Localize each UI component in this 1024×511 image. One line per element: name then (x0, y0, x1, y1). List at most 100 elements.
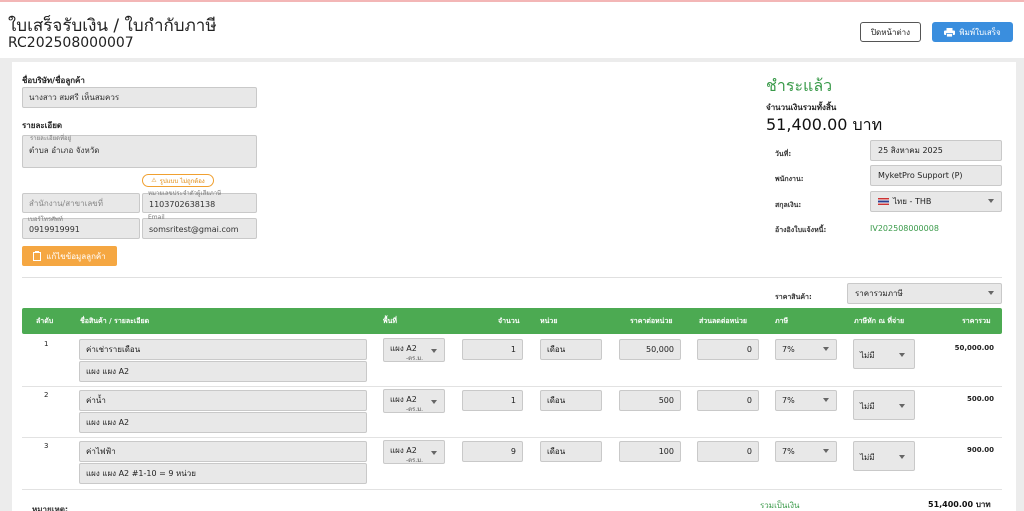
wht-value: ไม่มี (860, 351, 875, 360)
item-name-field[interactable]: ค่าน้ำ (79, 390, 367, 411)
wht-select[interactable]: ไม่มี (853, 339, 915, 369)
format-warning-badge: ⚠ รูปแบบ ไม่ถูกต้อง (142, 174, 214, 187)
tax-select[interactable]: 7% (775, 339, 837, 360)
tax-select[interactable]: 7% (775, 390, 837, 411)
subtotal-label: รวมเป็นเงิน (760, 501, 800, 510)
wht-value: ไม่มี (860, 402, 875, 411)
header-total: ราคารวม (962, 317, 991, 325)
area-select[interactable]: แผง A2 -ตร.ม. (383, 389, 445, 413)
payment-status: ชำระแล้ว (766, 76, 833, 95)
wht-select[interactable]: ไม่มี (853, 390, 915, 420)
page-header: ใบเสร็จรับเงิน / ใบกำกับภาษี RC202508000… (0, 2, 1024, 58)
item-detail-field[interactable]: แผง แผง A2 (79, 361, 367, 382)
branch-field[interactable]: สำนักงาน/สาขาเลขที่ (22, 193, 140, 213)
row-divider (22, 437, 1002, 438)
currency-select[interactable]: ไทย - THB (870, 191, 1002, 212)
edit-icon (33, 251, 42, 261)
chevron-down-icon (988, 291, 994, 295)
area-sub: -ตร.ม. (406, 457, 424, 464)
close-window-button[interactable]: ปิดหน้าต่าง (860, 22, 921, 42)
price-mode-select[interactable]: ราคารวมภาษี (847, 283, 1002, 304)
price-field[interactable]: 100 (619, 441, 681, 462)
row-total: 900.00 (966, 446, 994, 454)
discount-field[interactable]: 0 (697, 441, 759, 462)
phone-mini-label: เบอร์โทรศัพท์ (28, 216, 63, 223)
tax-select[interactable]: 7% (775, 441, 837, 462)
header-area: พื้นที่ (383, 317, 398, 325)
thai-flag-icon (878, 198, 889, 205)
chevron-down-icon (431, 349, 437, 353)
edit-customer-button[interactable]: แก้ไขข้อมูลลูกค้า (22, 246, 117, 266)
invoice-ref-link[interactable]: IV202508000008 (870, 224, 939, 233)
qty-field[interactable]: 1 (462, 390, 523, 411)
tax-value: 7% (782, 345, 795, 354)
row-total: 50,000.00 (954, 344, 994, 352)
wht-select[interactable]: ไม่มี (853, 441, 915, 471)
email-field[interactable]: somsritest@gmai.com (142, 218, 257, 239)
header-discount: ส่วนลดต่อหน่วย (699, 317, 748, 325)
row-number: 1 (44, 340, 49, 348)
company-label: ชื่อบริษัท/ชื่อลูกค้า (22, 76, 85, 85)
warning-text: รูปแบบ ไม่ถูกต้อง (159, 177, 205, 185)
chevron-down-icon (431, 451, 437, 455)
header-price: ราคาต่อหน่วย (630, 317, 673, 325)
area-sub: -ตร.ม. (406, 355, 424, 362)
items-table-header: ลำดับ ชื่อสินค้า / รายละเอียด พื้นที่ จำ… (22, 308, 1002, 334)
edit-customer-label: แก้ไขข้อมูลลูกค้า (46, 251, 106, 261)
taxid-mini-label: หมายเลขประจำตัวผู้เสียภาษี (148, 190, 222, 197)
printer-icon (944, 27, 956, 37)
discount-field[interactable]: 0 (697, 339, 759, 360)
invoice-ref-label: อ้างอิงใบแจ้งหนี้: (775, 226, 827, 234)
unit-field[interactable]: เดือน (540, 441, 602, 462)
address-value: ตำบล อำเภอ จังหวัด (29, 146, 100, 155)
staff-label: พนักงาน: (775, 175, 804, 183)
address-mini-label: รายละเอียดที่อยู่ (30, 135, 72, 142)
qty-field[interactable]: 9 (462, 441, 523, 462)
row-number: 3 (44, 442, 49, 450)
header-no: ลำดับ (36, 317, 54, 325)
qty-field[interactable]: 1 (462, 339, 523, 360)
email-mini-label: Email (148, 214, 165, 221)
unit-field[interactable]: เดือน (540, 390, 602, 411)
date-field[interactable]: 25 สิงหาคม 2025 (870, 140, 1002, 161)
discount-field[interactable]: 0 (697, 390, 759, 411)
chevron-down-icon (899, 404, 905, 408)
chevron-down-icon (823, 347, 829, 351)
detail-label: รายละเอียด (22, 121, 63, 130)
item-detail-field[interactable]: แผง แผง A2 #1-10 = 9 หน่วย (79, 463, 367, 484)
chevron-down-icon (988, 199, 994, 203)
print-receipt-label: พิมพ์ใบเสร็จ (959, 27, 1001, 37)
currency-value: ไทย - THB (893, 197, 932, 206)
header-tax: ภาษี (775, 317, 789, 325)
area-sub: -ตร.ม. (406, 406, 424, 413)
staff-field[interactable]: MyketPro Support (P) (870, 165, 1002, 186)
chevron-down-icon (899, 455, 905, 459)
section-divider (22, 277, 1002, 278)
area-select[interactable]: แผง A2 -ตร.ม. (383, 338, 445, 362)
area-select[interactable]: แผง A2 -ตร.ม. (383, 440, 445, 464)
unit-field[interactable]: เดือน (540, 339, 602, 360)
wht-value: ไม่มี (860, 453, 875, 462)
price-mode-value: ราคารวมภาษี (855, 289, 903, 298)
chevron-down-icon (823, 398, 829, 402)
row-number: 2 (44, 391, 49, 399)
chevron-down-icon (823, 449, 829, 453)
chevron-down-icon (431, 400, 437, 404)
price-field[interactable]: 50,000 (619, 339, 681, 360)
remark-label: หมายเหตุ: (32, 505, 69, 511)
print-receipt-button[interactable]: พิมพ์ใบเสร็จ (932, 22, 1013, 42)
item-detail-field[interactable]: แผง แผง A2 (79, 412, 367, 433)
row-total: 500.00 (966, 395, 994, 403)
item-name-field[interactable]: ค่าไฟฟ้า (79, 441, 367, 462)
header-unit: หน่วย (540, 317, 558, 325)
price-mode-label: ราคาสินค้า: (775, 293, 812, 301)
price-field[interactable]: 500 (619, 390, 681, 411)
item-name-field[interactable]: ค่าเช่ารายเดือน (79, 339, 367, 360)
grand-total-value: 51,400.00 บาท (766, 115, 883, 134)
currency-label: สกุลเงิน: (775, 201, 802, 209)
date-label: วันที่: (775, 150, 792, 158)
company-field[interactable]: นางสาว สมศรี เห็นสมควร (22, 87, 257, 108)
tax-value: 7% (782, 396, 795, 405)
document-number: RC202508000007 (8, 35, 134, 51)
row-divider (22, 386, 1002, 387)
